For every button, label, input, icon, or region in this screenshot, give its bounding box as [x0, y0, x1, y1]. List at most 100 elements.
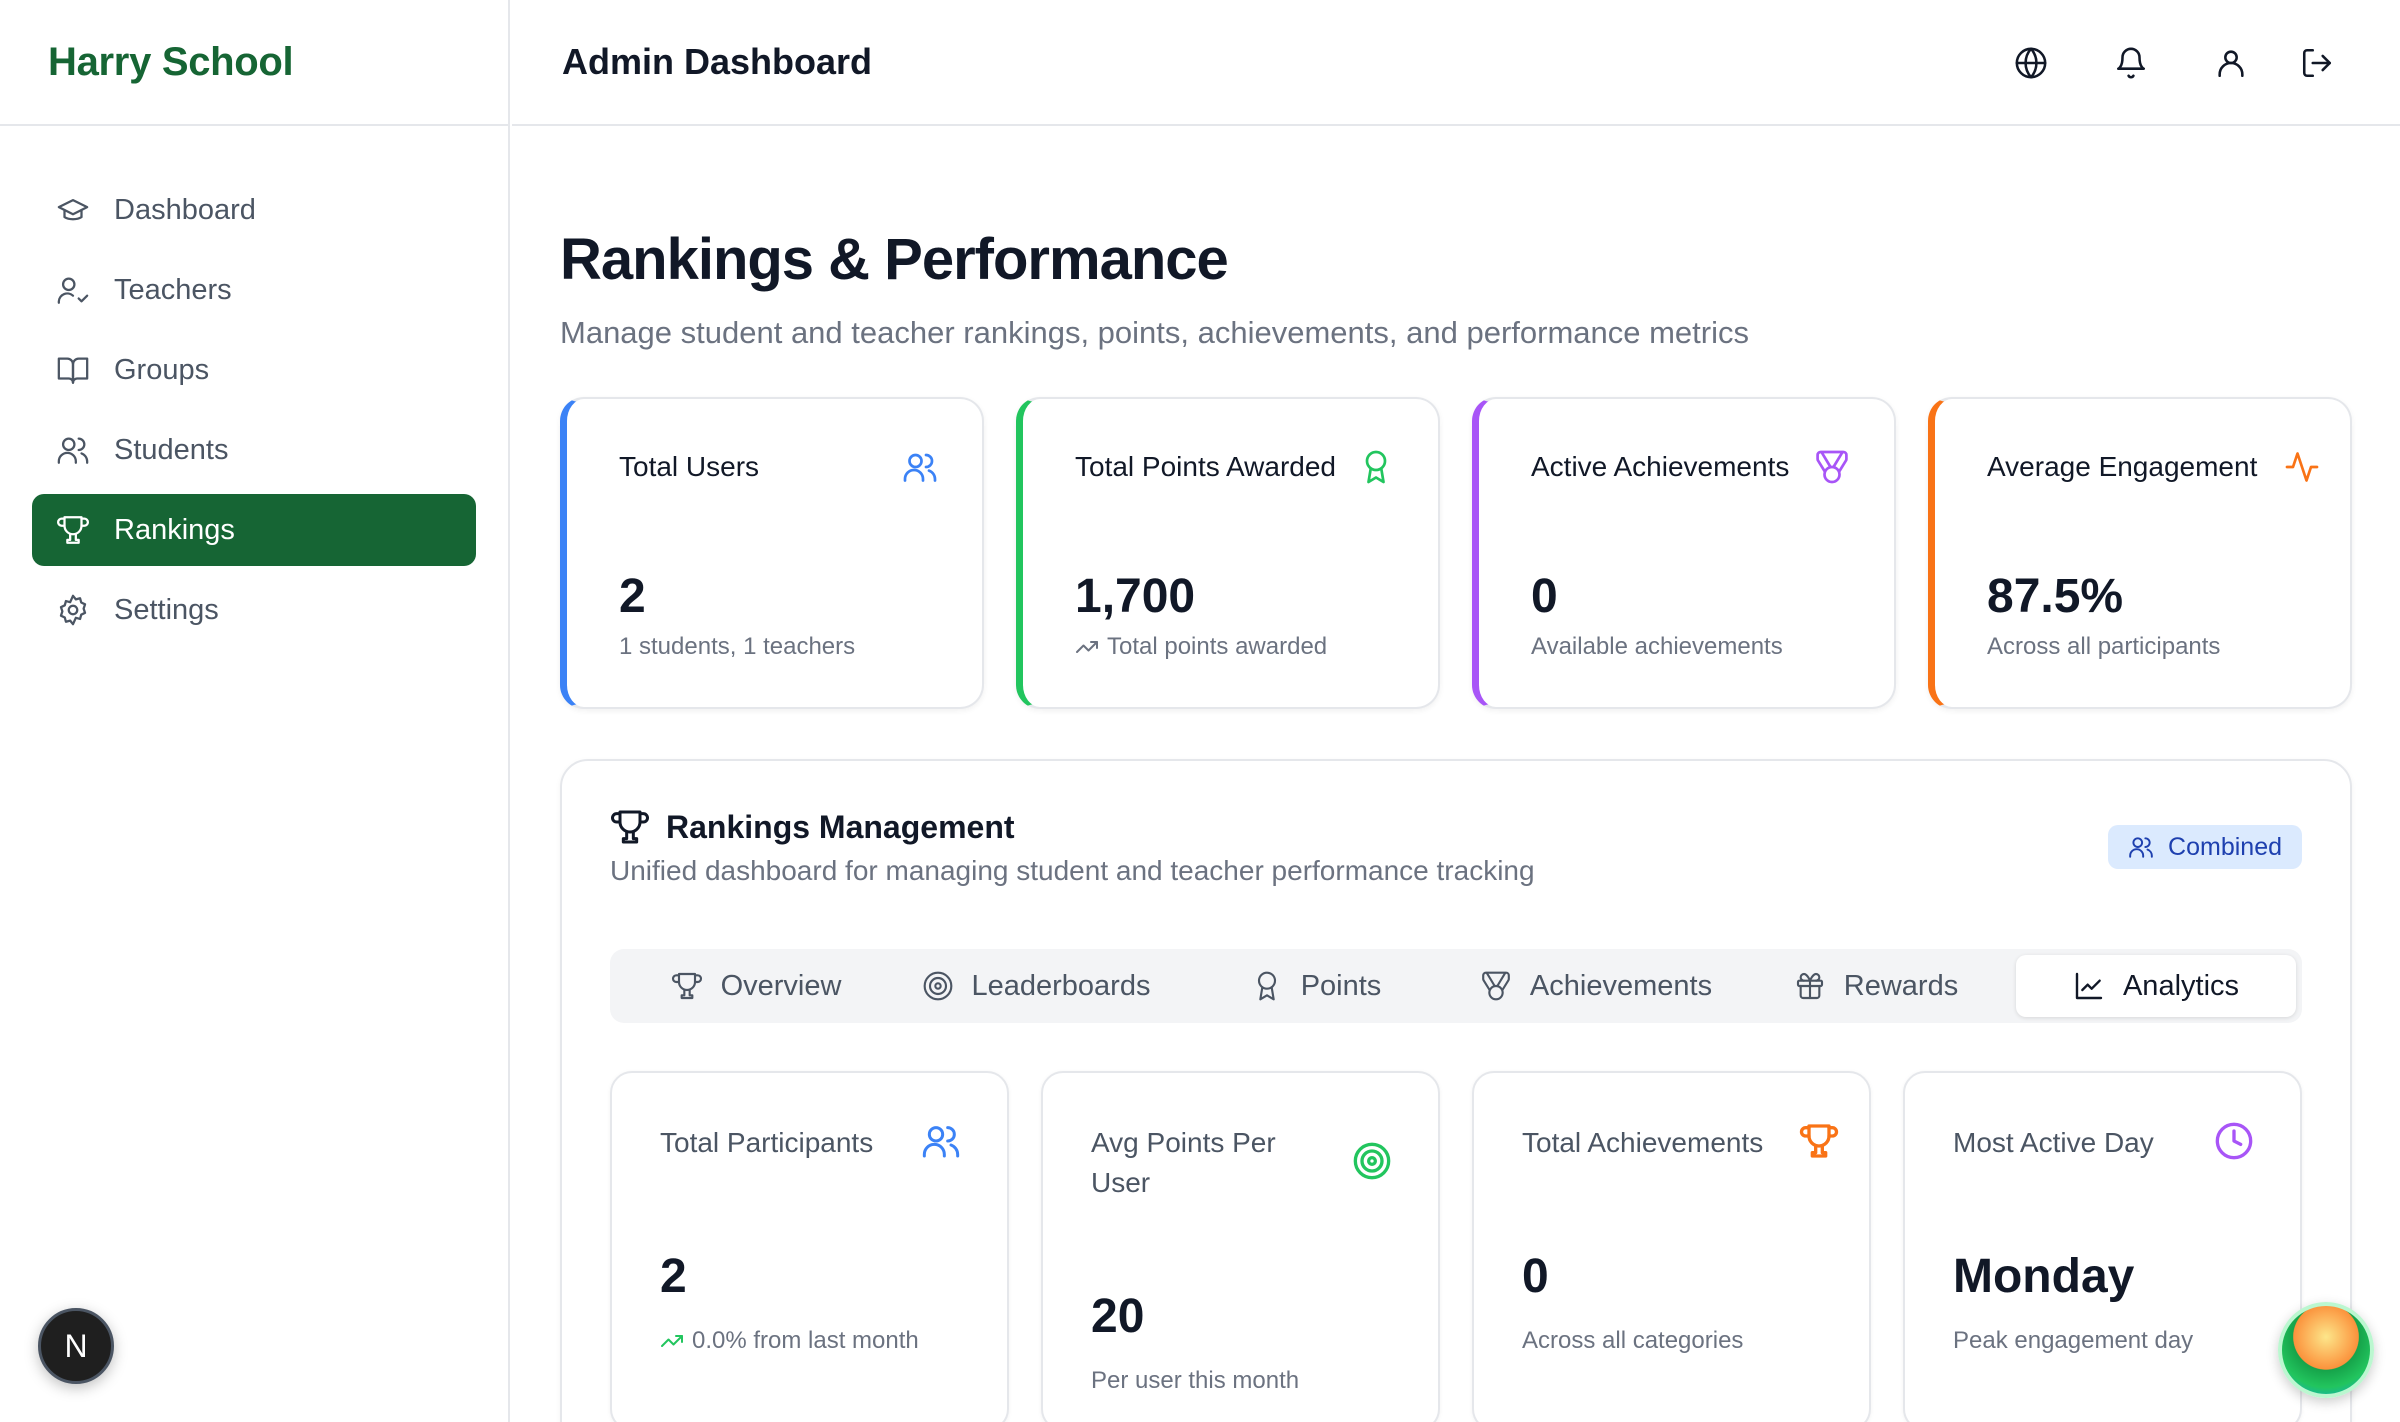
notifications-button[interactable]	[2108, 40, 2154, 86]
stat-card-average-engagement: Average Engagement 87.5% Across all part…	[1928, 397, 2352, 709]
trending-up-icon	[661, 1335, 683, 1347]
stats-row: Total Users 2 1 students, 1 teachers Tot…	[560, 397, 2352, 709]
metric-label: Avg Points Per User	[1091, 1127, 1276, 1198]
metric-sub: Peak engagement day	[1953, 1327, 2193, 1355]
stat-card-total-users: Total Users 2 1 students, 1 teachers	[560, 397, 984, 709]
brand: Harry School	[0, 0, 508, 126]
stat-sub-text: Total points awarded	[1107, 633, 1328, 660]
sidebar-nav: Dashboard Teachers Groups Students Ranki…	[0, 126, 508, 646]
sidebar-item-label: Groups	[114, 353, 210, 386]
metric-sub: Across all categories	[1522, 1327, 1743, 1355]
gear-icon	[59, 594, 87, 626]
sidebar-item-students[interactable]: Students	[32, 414, 476, 486]
stat-sub-text: 1 students, 1 teachers	[619, 633, 856, 660]
sidebar-item-label: Teachers	[114, 273, 232, 306]
users-icon	[57, 437, 89, 464]
analytics-metrics-row: Total Participants 2 0.0% from last mont…	[610, 1071, 2302, 1422]
stat-value: 2	[619, 570, 646, 623]
tab-label: Leaderboards	[971, 969, 1151, 1002]
panel-subtitle: Unified dashboard for managing student a…	[610, 855, 1535, 886]
metric-value: 2	[660, 1250, 687, 1303]
target-icon	[1352, 1141, 1392, 1181]
sidebar-item-rankings[interactable]: Rankings	[32, 494, 476, 566]
page-subtitle: Manage student and teacher rankings, poi…	[560, 315, 1749, 350]
rankings-management-panel: Rankings Management Unified dashboard fo…	[560, 759, 2352, 1422]
sidebar-item-groups[interactable]: Groups	[32, 334, 476, 406]
medal-icon	[1482, 971, 1510, 1001]
trending-up-icon	[1076, 641, 1098, 653]
combined-badge[interactable]: Combined	[2108, 825, 2302, 869]
user-check-icon	[57, 277, 89, 304]
tab-label: Achievements	[1529, 969, 1713, 1002]
metric-sub-text: 0.0% from last month	[692, 1327, 919, 1354]
metric-label: Most Active Day	[1953, 1127, 2154, 1158]
tab-analytics[interactable]: Analytics	[2016, 955, 2296, 1017]
stat-sub: Available achievements	[1531, 633, 1783, 661]
sidebar: Harry School Dashboard Teachers Groups S…	[0, 0, 510, 1422]
stat-sub-text: Across all participants	[1987, 633, 2221, 660]
stat-card-total-points: Total Points Awarded 1,700 Total points …	[1016, 397, 1440, 709]
activity-icon	[2284, 449, 2320, 485]
metric-sub-text: Per user this month	[1091, 1367, 1300, 1394]
trophy-icon	[1799, 1121, 1839, 1161]
metric-sub-text: Across all categories	[1522, 1327, 1744, 1354]
panel-title: Rankings Management	[666, 808, 1015, 845]
brand-logo-text[interactable]: Harry School	[48, 40, 294, 85]
stat-card-active-achievements: Active Achievements 0 Available achievem…	[1472, 397, 1896, 709]
trophy-icon	[57, 516, 89, 544]
metric-label: Total Participants	[660, 1127, 874, 1158]
tab-rewards[interactable]: Rewards	[1736, 955, 2016, 1017]
stat-sub: Total points awarded	[1075, 633, 1327, 661]
stat-label: Active Achievements	[1531, 451, 1790, 482]
sidebar-item-label: Students	[114, 433, 229, 466]
top-header: Admin Dashboard	[512, 0, 2400, 126]
metric-card-most-active-day: Most Active Day Monday Peak engagement d…	[1903, 1071, 2302, 1422]
metric-card-total-achievements: Total Achievements 0 Across all categori…	[1472, 1071, 1871, 1422]
assistant-avatar-button[interactable]	[2278, 1302, 2374, 1398]
bell-icon	[2116, 47, 2146, 79]
header-actions	[1954, 40, 2340, 86]
metric-value: 20	[1091, 1290, 1145, 1343]
profile-button[interactable]	[2208, 40, 2254, 86]
stat-label: Total Users	[619, 451, 760, 482]
gift-icon	[1796, 972, 1823, 1000]
dev-tools-badge[interactable]: N	[38, 1308, 114, 1384]
users-icon	[2129, 837, 2153, 858]
logout-button[interactable]	[2294, 40, 2340, 86]
tab-label: Points	[1300, 969, 1382, 1002]
metric-card-total-participants: Total Participants 2 0.0% from last mont…	[610, 1071, 1009, 1422]
panel-header: Rankings Management	[610, 807, 2302, 847]
users-icon	[902, 449, 938, 485]
award-icon	[1257, 971, 1276, 1001]
stat-value: 87.5%	[1987, 570, 2124, 623]
metric-sub: Per user this month	[1091, 1367, 1299, 1395]
metric-value: 0	[1522, 1250, 1549, 1303]
language-button[interactable]	[2008, 40, 2054, 86]
book-open-icon	[57, 357, 89, 384]
stat-label: Total Points Awarded	[1075, 451, 1336, 482]
page-title: Rankings & Performance	[560, 227, 1229, 292]
header-title: Admin Dashboard	[562, 41, 873, 82]
tab-points[interactable]: Points	[1176, 955, 1456, 1017]
sidebar-item-dashboard[interactable]: Dashboard	[32, 174, 476, 246]
stat-value: 0	[1531, 570, 1558, 623]
tab-label: Overview	[720, 969, 842, 1002]
sidebar-item-teachers[interactable]: Teachers	[32, 254, 476, 326]
user-icon	[2218, 50, 2244, 78]
main-content: Rankings & Performance Manage student an…	[560, 126, 2352, 1422]
globe-icon	[2015, 47, 2047, 79]
clock-icon	[2214, 1121, 2254, 1161]
logout-icon	[2302, 48, 2332, 78]
medal-icon	[1814, 449, 1850, 485]
sidebar-item-label: Settings	[114, 593, 219, 626]
sidebar-item-settings[interactable]: Settings	[32, 574, 476, 646]
graduation-cap-icon	[57, 198, 89, 221]
sidebar-item-label: Rankings	[114, 513, 235, 546]
tab-achievements[interactable]: Achievements	[1456, 955, 1736, 1017]
users-icon	[921, 1121, 961, 1161]
tab-overview[interactable]: Overview	[616, 955, 896, 1017]
award-icon	[1358, 449, 1394, 485]
line-chart-icon	[2075, 972, 2103, 1000]
tab-leaderboards[interactable]: Leaderboards	[896, 955, 1176, 1017]
stat-sub: 1 students, 1 teachers	[619, 633, 855, 661]
